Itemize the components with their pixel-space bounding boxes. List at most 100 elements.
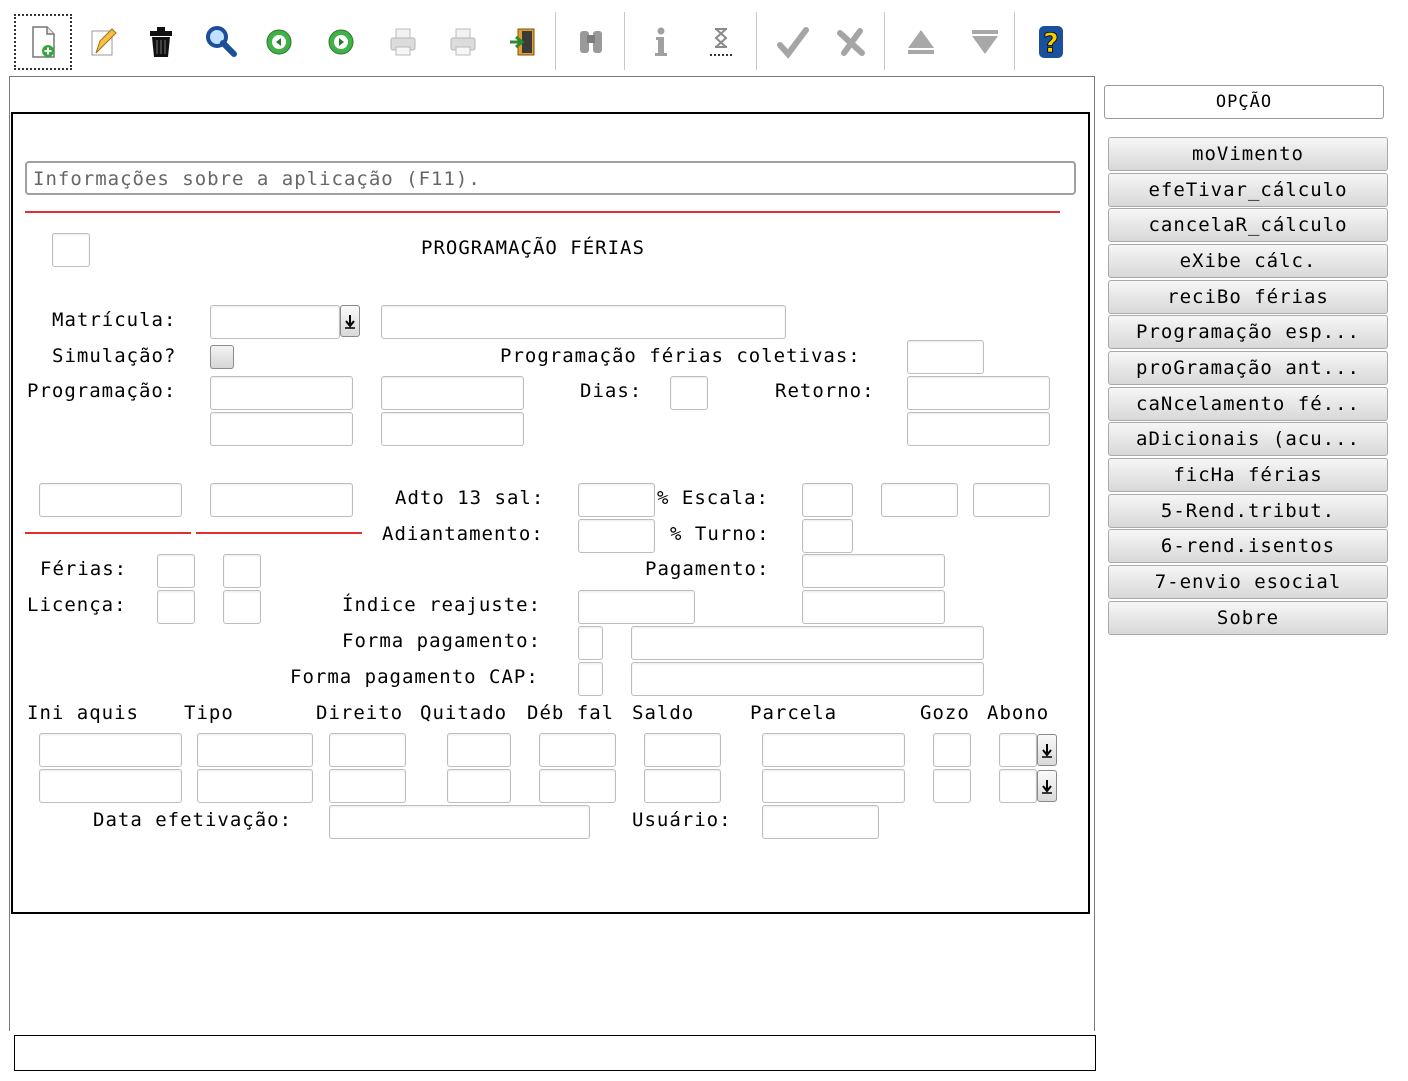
previous-button[interactable] [250, 14, 308, 70]
option-recibo-ferias[interactable]: reciBo férias [1108, 280, 1388, 314]
option-cancelamento-ferias[interactable]: caNcelamento fé... [1108, 387, 1388, 421]
search-icon [206, 26, 237, 57]
saldo-cell[interactable] [644, 733, 721, 767]
print-button[interactable] [374, 14, 432, 70]
forma-pagamento-cap-code-input[interactable] [578, 662, 603, 696]
next-button[interactable] [312, 14, 370, 70]
option-rend-tribut[interactable]: 5-Rend.tribut. [1108, 494, 1388, 528]
licenca-input-2[interactable] [223, 590, 261, 624]
forma-pagamento-cap-desc-input[interactable] [631, 662, 984, 696]
delete-button[interactable] [132, 14, 190, 70]
quitado-cell[interactable] [447, 733, 511, 767]
abono-dropdown-button[interactable] [1037, 770, 1057, 802]
direito-cell[interactable] [329, 769, 406, 803]
option-programacao-ant[interactable]: proGramação ant... [1108, 351, 1388, 385]
option-ficha-ferias[interactable]: ficHa férias [1108, 458, 1388, 492]
simulacao-checkbox[interactable] [210, 345, 234, 369]
binoculars-button[interactable] [562, 14, 620, 70]
option-movimento[interactable]: moVimento [1108, 137, 1388, 171]
edit-button[interactable] [74, 14, 132, 70]
info-bar-text: Informações sobre a aplicação (F11). [33, 168, 481, 190]
adiantamento-input[interactable] [578, 519, 655, 553]
divider-left-1 [25, 532, 191, 534]
extra-field-2[interactable] [210, 483, 353, 517]
label-ferias: Férias: [40, 558, 128, 580]
up-button[interactable] [892, 14, 950, 70]
prog-ferias-coletivas-input[interactable] [907, 340, 984, 374]
down-button[interactable] [956, 14, 1014, 70]
retorno-input[interactable] [907, 376, 1050, 410]
direito-cell[interactable] [329, 733, 406, 767]
retorno-2-input[interactable] [907, 412, 1050, 446]
label-indice-reajuste: Índice reajuste: [342, 594, 542, 616]
forma-pagamento-desc-input[interactable] [631, 626, 984, 660]
cancel-button[interactable] [822, 14, 880, 70]
matricula-dropdown-button[interactable] [340, 305, 360, 337]
hourglass-button[interactable] [692, 14, 750, 70]
escala-input[interactable] [802, 483, 853, 517]
matricula-input[interactable] [210, 305, 340, 339]
matricula-name-input[interactable] [381, 305, 786, 339]
tipo-cell[interactable] [197, 733, 313, 767]
tipo-cell[interactable] [197, 769, 313, 803]
ini-aquis-cell[interactable] [39, 733, 182, 767]
programacao-fim-2-input[interactable] [381, 412, 524, 446]
ini-aquis-cell[interactable] [39, 769, 182, 803]
abono-dropdown-button[interactable] [1037, 734, 1057, 766]
help-button[interactable]: ? [1022, 14, 1080, 70]
extra-field-1[interactable] [39, 483, 182, 517]
new-button[interactable] [14, 14, 72, 70]
option-adicionais[interactable]: aDicionais (acu... [1108, 422, 1388, 456]
ferias-input-2[interactable] [223, 554, 261, 588]
label-programacao: Programação: [27, 380, 177, 402]
parcela-cell[interactable] [762, 733, 905, 767]
saldo-cell[interactable] [644, 769, 721, 803]
hourglass-icon [710, 28, 732, 56]
programacao-inicio-input[interactable] [210, 376, 353, 410]
header-deb-fal: Déb fal [527, 702, 615, 724]
deb-fal-cell[interactable] [539, 733, 616, 767]
gozo-cell[interactable] [933, 769, 971, 803]
option-cancelar-calculo[interactable]: cancelaR_cálculo [1108, 208, 1388, 242]
adto13-input[interactable] [578, 483, 655, 517]
abono-cell[interactable] [999, 733, 1037, 767]
option-efetivar-calculo[interactable]: efeTivar_cálculo [1108, 173, 1388, 207]
forma-pagamento-code-input[interactable] [578, 626, 603, 660]
toolbar-separator [624, 12, 626, 70]
turno-input[interactable] [802, 519, 853, 553]
delete-icon [150, 27, 172, 57]
quitado-cell[interactable] [447, 769, 511, 803]
option-exibe-calc[interactable]: eXibe cálc. [1108, 244, 1388, 278]
print-disabled-button[interactable] [434, 14, 492, 70]
usuario-input[interactable] [762, 805, 879, 839]
pagamento-input[interactable] [802, 554, 945, 588]
next-icon [328, 29, 354, 55]
option-rend-isentos[interactable]: 6-rend.isentos [1108, 529, 1388, 563]
licenca-input-1[interactable] [157, 590, 195, 624]
confirm-button[interactable] [764, 14, 822, 70]
info-button[interactable] [632, 14, 690, 70]
exit-button[interactable] [494, 14, 552, 70]
indice-reajuste-input[interactable] [578, 590, 695, 624]
parcela-cell[interactable] [762, 769, 905, 803]
programacao-inicio-2-input[interactable] [210, 412, 353, 446]
search-button[interactable] [192, 14, 250, 70]
pagamento-2-input[interactable] [802, 590, 945, 624]
programacao-fim-input[interactable] [381, 376, 524, 410]
data-efetivacao-input[interactable] [329, 805, 590, 839]
status-bar [14, 1035, 1096, 1071]
dias-input[interactable] [670, 376, 708, 410]
ferias-input-1[interactable] [157, 554, 195, 588]
deb-fal-cell[interactable] [539, 769, 616, 803]
header-gozo: Gozo [920, 702, 970, 724]
previous-icon [266, 29, 292, 55]
gozo-cell[interactable] [933, 733, 971, 767]
escala-2-input[interactable] [881, 483, 958, 517]
escala-3-input[interactable] [973, 483, 1050, 517]
title-checkbox-field[interactable] [52, 233, 90, 267]
option-sobre[interactable]: Sobre [1108, 601, 1388, 635]
option-envio-esocial[interactable]: 7-envio esocial [1108, 565, 1388, 599]
info-bar[interactable]: Informações sobre a aplicação (F11). [25, 161, 1076, 195]
abono-cell[interactable] [999, 769, 1037, 803]
option-programacao-esp[interactable]: Programação esp... [1108, 315, 1388, 349]
